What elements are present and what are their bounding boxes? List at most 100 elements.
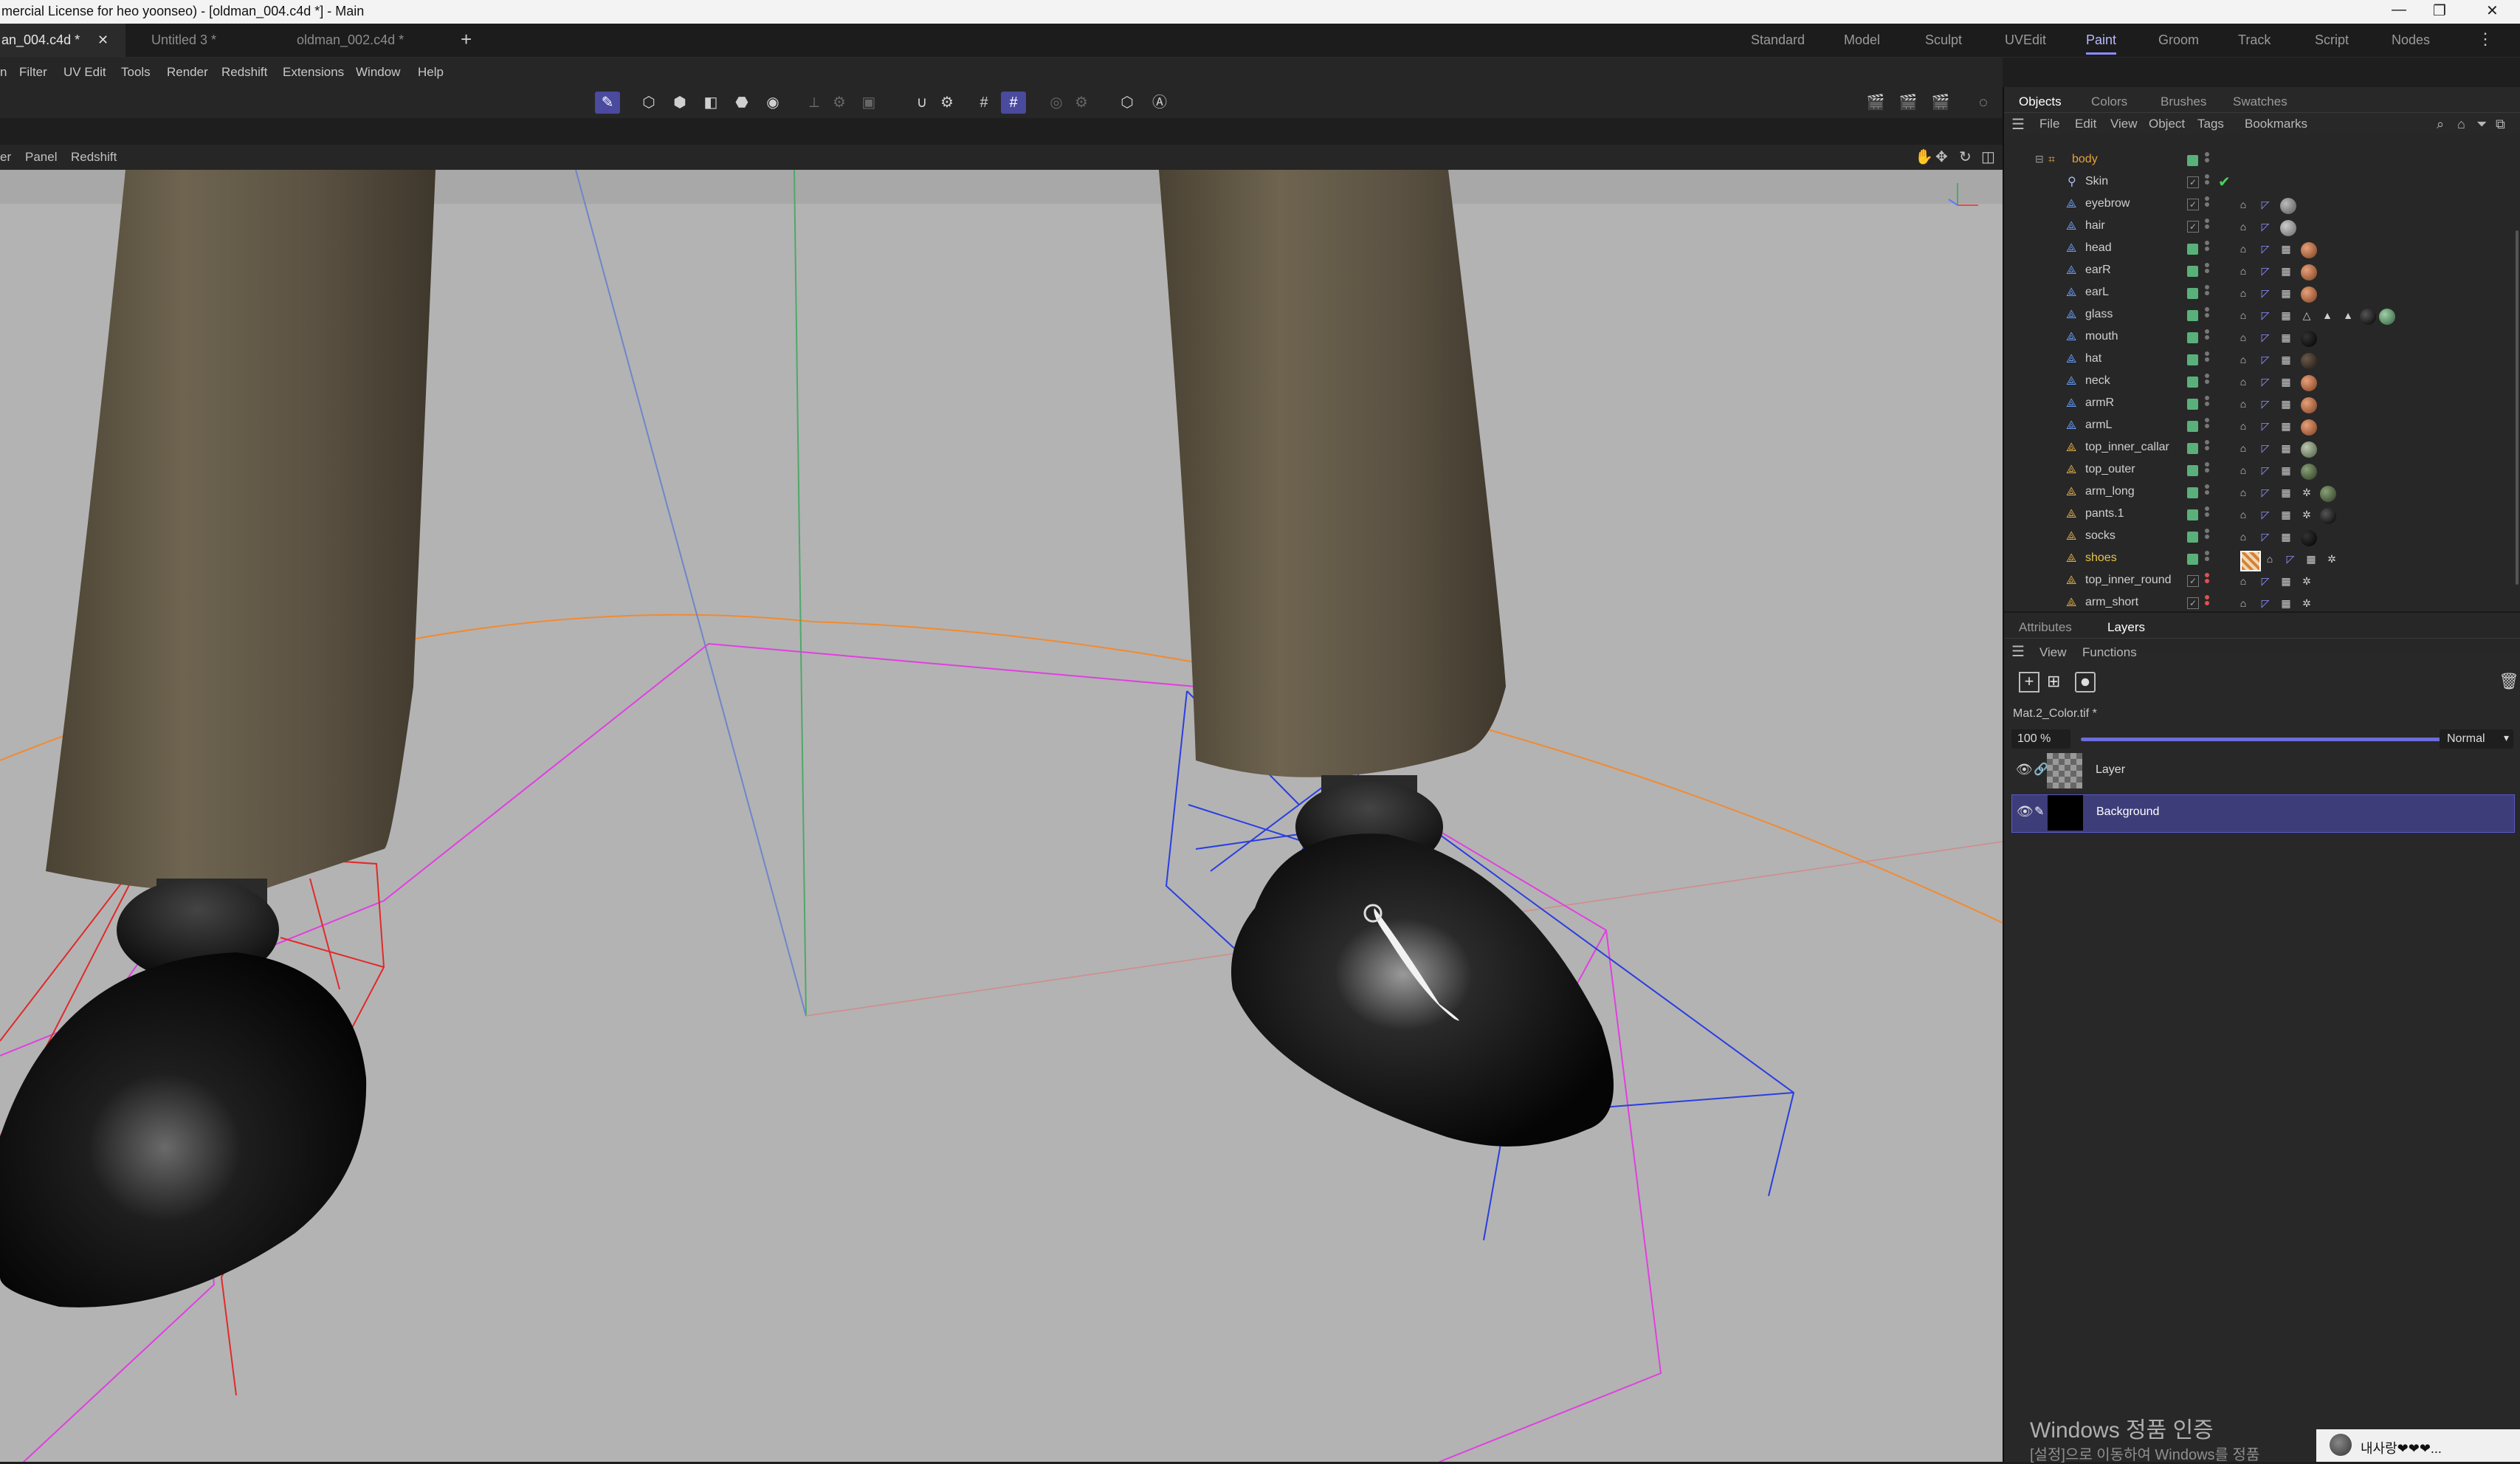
visibility-dots[interactable] <box>2205 418 2209 434</box>
layer-color-box[interactable] <box>2187 487 2198 498</box>
protection-tag-icon[interactable]: ⌂ <box>2237 597 2249 609</box>
phong-tag-icon[interactable]: ◸ <box>2259 509 2271 520</box>
selection-tag-icon[interactable]: ▲ <box>2342 309 2354 321</box>
rotate-view-icon[interactable]: ↻ <box>1959 148 1972 166</box>
layer-color-box[interactable] <box>2187 554 2198 565</box>
render-region-icon[interactable]: 🎬 <box>1863 92 1888 114</box>
object-row-arml[interactable]: ⟁ armL ⌂ ◸ ▦ <box>2004 415 2520 437</box>
visibility-dots[interactable] <box>2205 196 2209 213</box>
menu-filter[interactable]: Filter <box>19 65 47 80</box>
protection-tag-icon[interactable]: ⌂ <box>2237 420 2249 432</box>
menu-extensions[interactable]: Extensions <box>283 65 344 80</box>
visibility-dots[interactable] <box>2205 174 2209 190</box>
layers-hamburger-icon[interactable]: ☰ <box>2011 642 2025 661</box>
selection-tag-icon[interactable]: △ <box>2301 309 2313 321</box>
object-row-body[interactable]: ⊟ ⌗ body <box>2004 149 2520 171</box>
uvw-tag-icon[interactable]: ▦ <box>2280 420 2292 432</box>
object-row-earr[interactable]: ⟁ earR ⌂ ◸ ▦ <box>2004 260 2520 282</box>
phong-tag-icon[interactable]: ◸ <box>2259 575 2271 587</box>
new-layer-icon[interactable]: + <box>2019 672 2039 693</box>
enable-checkbox[interactable]: ✓ <box>2187 575 2199 587</box>
phong-tag-icon[interactable]: ◸ <box>2259 420 2271 432</box>
phong-tag-icon[interactable]: ◸ <box>2259 442 2271 454</box>
phong-tag-icon[interactable]: ◸ <box>2259 287 2271 299</box>
material-tag-icon[interactable] <box>2280 220 2296 236</box>
close-window-button[interactable]: ✕ <box>2486 1 2499 20</box>
visibility-dots[interactable] <box>2205 551 2209 567</box>
paint-texture-tag-icon[interactable] <box>2240 551 2261 571</box>
visibility-dots[interactable] <box>2205 573 2209 589</box>
render-settings-icon[interactable]: 🎬 <box>1928 92 1953 114</box>
cloth-tag-icon[interactable]: ✲ <box>2301 509 2313 520</box>
phong-tag-icon[interactable]: ◸ <box>2259 243 2271 255</box>
object-row-top-inner-callar[interactable]: ⟁ top_inner_callar ⌂ ◸ ▦ <box>2004 437 2520 459</box>
object-row-top-inner-round[interactable]: ⟁ top_inner_round ✓ ⌂ ◸ ▦ ✲ <box>2004 570 2520 592</box>
uvw-tag-icon[interactable]: ▦ <box>2280 442 2292 454</box>
phong-tag-icon[interactable]: ◸ <box>2259 331 2271 343</box>
cloth-tag-icon[interactable]: ✲ <box>2301 597 2313 609</box>
search-icon[interactable]: ⌕ <box>2437 117 2444 132</box>
visibility-dots[interactable] <box>2205 219 2209 235</box>
enable-checkbox[interactable]: ✓ <box>2187 597 2199 609</box>
new-window-icon[interactable]: ⧉ <box>2496 117 2505 132</box>
visibility-dots[interactable] <box>2205 285 2209 301</box>
protection-tag-icon[interactable]: ⌂ <box>2237 464 2249 476</box>
phong-tag-icon[interactable]: ◸ <box>2285 553 2296 565</box>
add-tab-button[interactable]: + <box>461 28 472 51</box>
material-tag-icon[interactable] <box>2301 530 2317 546</box>
tab-objects[interactable]: Objects <box>2019 94 2062 109</box>
object-row-armr[interactable]: ⟁ armR ⌂ ◸ ▦ <box>2004 393 2520 415</box>
menu-render[interactable]: Render <box>167 65 208 80</box>
object-row-shoes[interactable]: ⟁ shoes ⌂ ◸ ▦ ✲ <box>2004 548 2520 571</box>
protection-tag-icon[interactable]: ⌂ <box>2237 354 2249 365</box>
magnet-icon[interactable]: ∪ <box>909 92 934 114</box>
layout-model[interactable]: Model <box>1844 32 1880 48</box>
notification-toast[interactable]: 내사랑❤❤❤... <box>2316 1429 2520 1462</box>
uvw-tag-icon[interactable]: ▦ <box>2280 309 2292 321</box>
home-icon[interactable]: ⌂ <box>2457 117 2465 132</box>
menu-help[interactable]: Help <box>418 65 444 80</box>
object-row-hat[interactable]: ⟁ hat ⌂ ◸ ▦ <box>2004 348 2520 371</box>
workplane-icon[interactable]: ▣ <box>856 92 881 114</box>
layers-menu-view[interactable]: View <box>2039 645 2067 660</box>
object-row-arm-long[interactable]: ⟁ arm_long ⌂ ◸ ▦ ✲ <box>2004 481 2520 504</box>
layer-row-background[interactable]: 👁 ✎ Background <box>2011 794 2515 833</box>
layer-color-box[interactable] <box>2187 421 2198 432</box>
enable-checkbox[interactable]: ✓ <box>2187 221 2199 233</box>
tab-oldman-004[interactable]: an_004.c4d * ✕ <box>0 24 125 57</box>
collapse-icon[interactable]: ⊟ <box>2035 153 2044 165</box>
paint-brush-icon[interactable]: ✎ <box>2034 804 2044 819</box>
cloth-tag-icon[interactable]: ✲ <box>2326 553 2338 565</box>
enabled-check-icon[interactable]: ✔ <box>2218 173 2231 191</box>
protection-tag-icon[interactable]: ⌂ <box>2237 487 2249 498</box>
uvw-tag-icon[interactable]: ▦ <box>2280 509 2292 520</box>
tab-untitled-3[interactable]: Untitled 3 * <box>151 24 277 57</box>
uvw-tag-icon[interactable]: ▦ <box>2280 354 2292 365</box>
restore-button[interactable]: ❐ <box>2433 1 2446 20</box>
layer-color-box[interactable] <box>2187 532 2198 543</box>
hud-icon[interactable]: Ⓐ <box>1147 92 1172 114</box>
hamburger-icon[interactable]: ☰ <box>2011 115 2025 134</box>
uvw-tag-icon[interactable]: ▦ <box>2280 287 2292 299</box>
viewport-menu-panel[interactable]: Panel <box>25 150 57 165</box>
uvw-tag-icon[interactable]: ▦ <box>2280 597 2292 609</box>
material-tag-icon[interactable] <box>2301 286 2317 303</box>
selection-tag-icon[interactable]: ▲ <box>2321 309 2333 321</box>
material-tag-icon[interactable] <box>2360 309 2376 325</box>
uvw-tag-icon[interactable]: ▦ <box>2280 398 2292 410</box>
snap-active-icon[interactable]: # <box>1001 92 1026 114</box>
axis-icon[interactable]: ⟂ <box>802 92 827 114</box>
move-view-icon[interactable]: ✥ <box>1935 148 1948 166</box>
material-tag-icon[interactable] <box>2320 508 2336 524</box>
refresh-icon[interactable]: ◌ <box>1971 92 1996 114</box>
layer-color-box[interactable] <box>2187 377 2198 388</box>
cloth-tag-icon[interactable]: ✲ <box>2301 575 2313 587</box>
layer-mask-icon[interactable] <box>2075 672 2096 693</box>
protection-tag-icon[interactable]: ⌂ <box>2237 309 2249 321</box>
phong-tag-icon[interactable]: ◸ <box>2259 199 2271 210</box>
material-tag-icon[interactable] <box>2301 464 2317 480</box>
maximize-view-icon[interactable]: ◫ <box>1981 148 1995 166</box>
phong-tag-icon[interactable]: ◸ <box>2259 464 2271 476</box>
objects-menu-view[interactable]: View <box>2110 117 2138 131</box>
object-list[interactable]: ⊟ ⌗ body ⚲ Skin ✓ ✔ ⟁ eyebrow ✓ ⌂ ◸ ⟁ ha… <box>2004 134 2520 654</box>
